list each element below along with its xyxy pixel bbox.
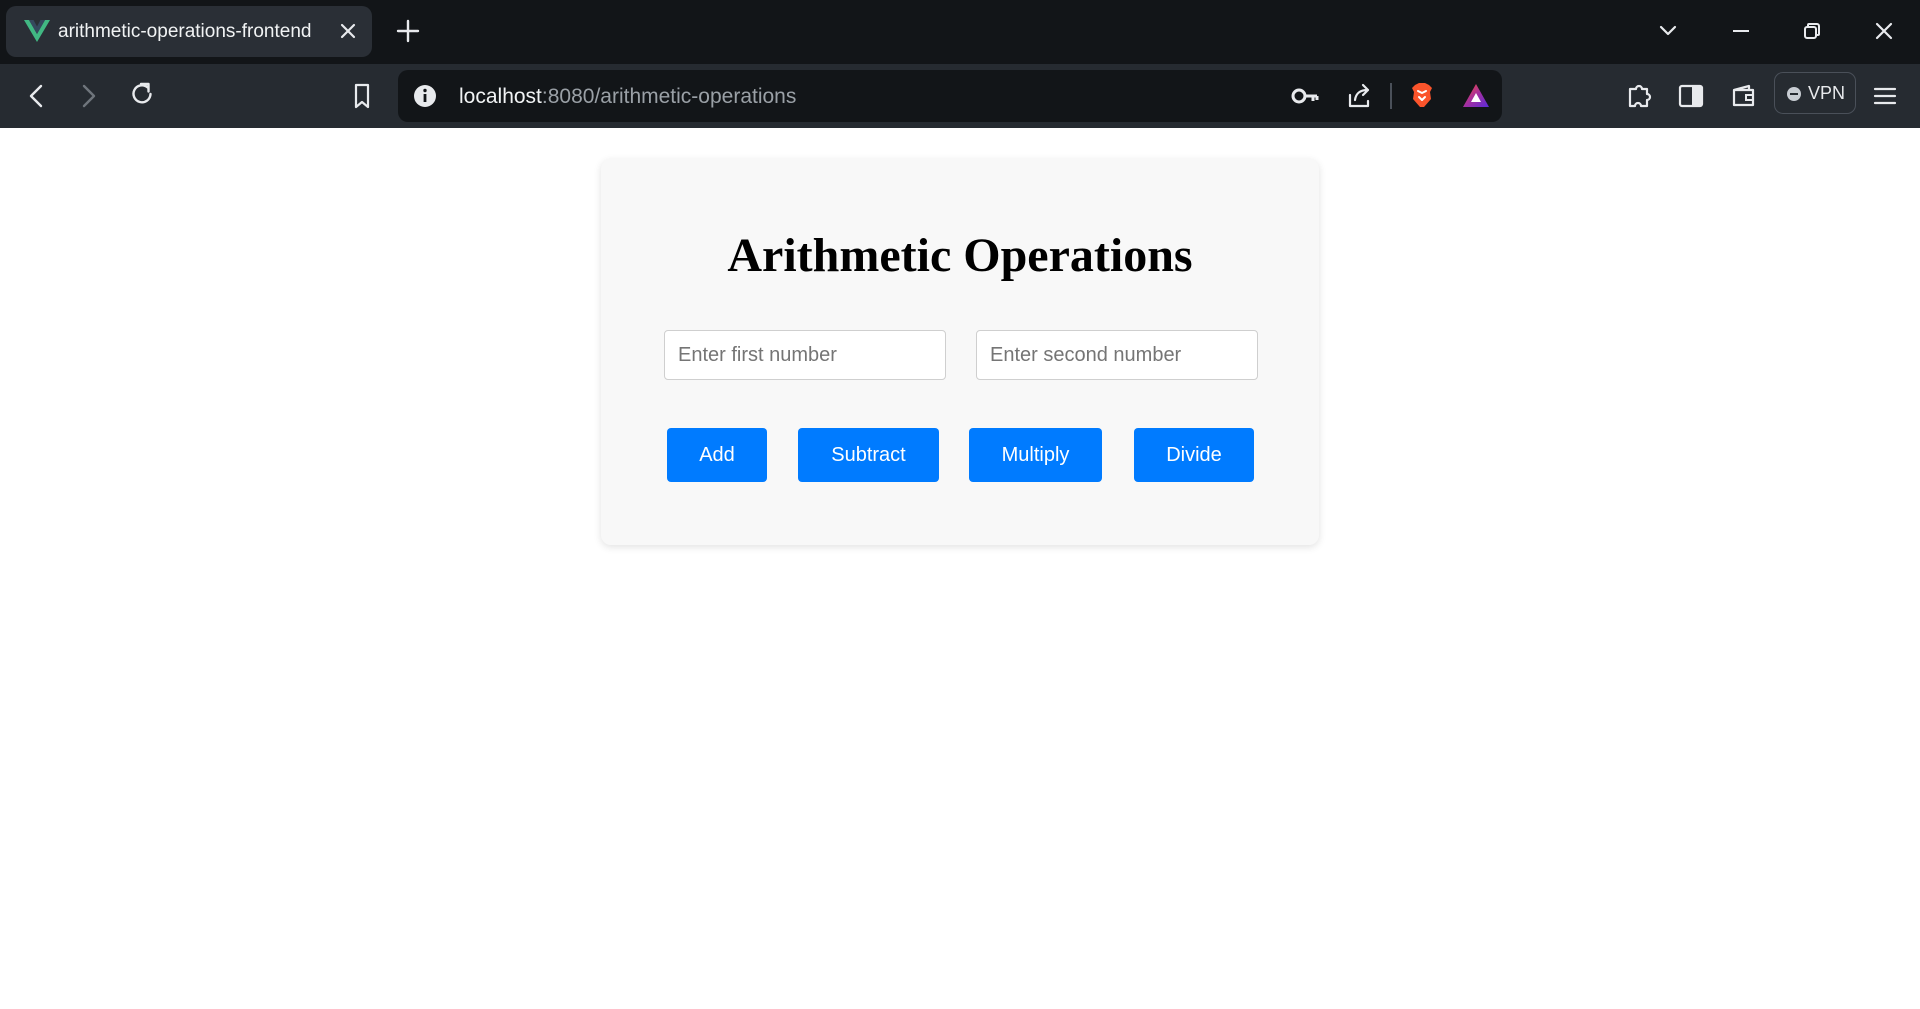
subtract-button[interactable]: Subtract	[798, 428, 939, 482]
share-icon[interactable]	[1344, 81, 1374, 111]
restore-window-icon[interactable]	[1797, 16, 1827, 46]
multiply-button[interactable]: Multiply	[969, 428, 1102, 482]
url-text: localhost:8080/arithmetic-operations	[459, 85, 796, 109]
vpn-status-icon	[1787, 87, 1801, 101]
vpn-label: VPN	[1808, 83, 1846, 103]
address-bar-divider	[1390, 83, 1392, 109]
divide-button[interactable]: Divide	[1134, 428, 1254, 482]
tab-list-chevron-icon[interactable]	[1653, 16, 1683, 46]
sidebar-toggle-icon[interactable]	[1676, 81, 1706, 111]
bookmark-icon[interactable]	[347, 81, 377, 111]
add-button[interactable]: Add	[667, 428, 767, 482]
first-number-input[interactable]	[664, 330, 946, 380]
brave-rewards-icon[interactable]	[1461, 81, 1491, 111]
page-viewport: Arithmetic Operations Add Subtract Multi…	[0, 128, 1920, 1009]
url-path: :8080/arithmetic-operations	[541, 85, 797, 108]
close-tab-icon[interactable]	[338, 21, 358, 41]
browser-tab-strip: arithmetic-operations-frontend	[0, 0, 1920, 64]
url-host: localhost	[459, 85, 542, 108]
close-window-icon[interactable]	[1869, 16, 1899, 46]
brave-shields-icon[interactable]	[1407, 80, 1437, 110]
menu-icon[interactable]	[1870, 81, 1900, 111]
new-tab-icon[interactable]	[395, 18, 421, 44]
site-info-icon[interactable]	[410, 81, 440, 111]
tab-title: arithmetic-operations-frontend	[58, 21, 312, 42]
vpn-button[interactable]: VPN	[1774, 72, 1856, 114]
forward-arrow-icon[interactable]	[73, 81, 103, 111]
reload-icon[interactable]	[127, 79, 157, 109]
second-number-input[interactable]	[976, 330, 1258, 380]
browser-tab-active[interactable]: arithmetic-operations-frontend	[6, 6, 372, 57]
back-arrow-icon[interactable]	[22, 81, 52, 111]
vue-logo-icon	[24, 20, 50, 42]
page-title: Arithmetic Operations	[727, 229, 1193, 282]
arithmetic-card: Arithmetic Operations Add Subtract Multi…	[601, 159, 1319, 545]
address-bar[interactable]: localhost:8080/arithmetic-operations	[398, 70, 1502, 122]
minimize-window-icon[interactable]	[1726, 16, 1756, 46]
extensions-puzzle-icon[interactable]	[1625, 81, 1655, 111]
browser-toolbar: localhost:8080/arithmetic-operations VPN	[0, 64, 1920, 128]
password-key-icon[interactable]	[1290, 81, 1320, 111]
wallet-icon[interactable]	[1729, 81, 1759, 111]
